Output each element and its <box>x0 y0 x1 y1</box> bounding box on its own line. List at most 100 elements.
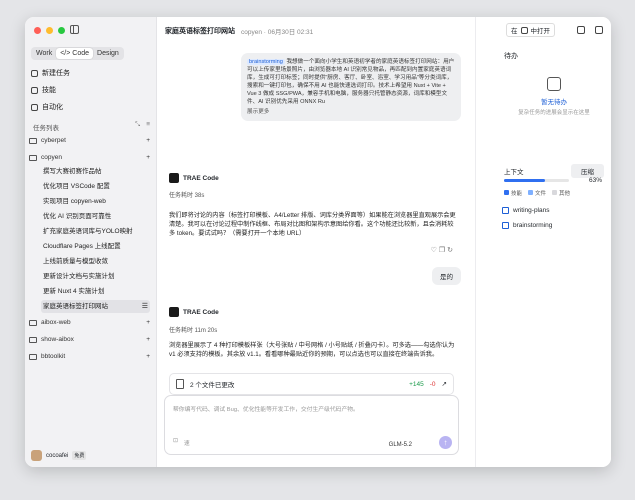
show-more-link[interactable]: 展示更多 <box>247 108 455 116</box>
open-external-icon[interactable]: ↗ <box>442 380 447 388</box>
folder-copyen[interactable]: copyen + <box>29 154 150 161</box>
user-message: 是的 <box>432 267 461 285</box>
folder-icon <box>29 137 37 144</box>
task-item[interactable]: 上线前质量与模型收敛 <box>41 255 150 268</box>
panel-icon[interactable] <box>577 26 585 34</box>
context-percent: 63% <box>588 177 602 184</box>
skill-icon <box>31 86 38 94</box>
message-composer[interactable]: 帮你编写代码、调试 Bug、优化性能等开发工作，交付生产级代码产物。 ⊡ 速 GL… <box>164 395 459 455</box>
folder-icon <box>29 319 37 326</box>
folder-icon <box>29 336 37 343</box>
mode-work[interactable]: Work <box>32 48 56 59</box>
task-item[interactable]: 优化项目 VSCode 配置 <box>41 180 150 193</box>
folder-show-aibox[interactable]: show-aibox + <box>29 336 150 343</box>
minimize-window-button[interactable] <box>46 27 53 34</box>
message-actions: ♡❐↻ <box>431 246 455 254</box>
trae-logo-icon <box>169 173 179 183</box>
fast-mode-toggle[interactable]: 速 <box>184 438 190 447</box>
user-name: cocoafei <box>46 452 69 459</box>
skill-item[interactable]: writing-plans <box>502 207 550 214</box>
folder-icon <box>29 353 37 360</box>
add-task-icon[interactable]: + <box>146 154 150 161</box>
task-item[interactable]: 更新 Nuxt 4 实施计划 <box>41 285 150 298</box>
agent-header: TRAE Code <box>169 173 219 183</box>
filter-icon[interactable]: ≡ <box>146 121 150 129</box>
composer-placeholder[interactable]: 帮你编写代码、调试 Bug、优化性能等开发工作，交付生产级代码产物。 <box>173 404 359 413</box>
sidebar: Work </> Code Design 新建任务 技能 自动化 任务列表 ⤡ ≡… <box>25 17 157 467</box>
open-app-label: 中打开 <box>530 28 551 35</box>
model-selector[interactable]: GLM-5.2 <box>389 442 412 448</box>
folder-name: bbtoolkit <box>41 353 66 360</box>
clock-icon <box>31 103 38 111</box>
folder-name: aibox-web <box>41 319 71 326</box>
nav-automation[interactable]: 自动化 <box>31 102 63 112</box>
task-item[interactable]: 撰写大赛初赛作品帖 <box>41 165 150 178</box>
add-task-icon[interactable]: + <box>146 319 150 326</box>
task-time[interactable]: 任务耗时 38s <box>169 190 204 199</box>
list-icon: ☰ <box>141 303 148 310</box>
folder-icon <box>29 154 37 161</box>
changes-label: 2 个文件已更改 <box>190 382 235 389</box>
nav-skills[interactable]: 技能 <box>31 85 56 95</box>
folder-name: show-aibox <box>41 336 74 343</box>
folder-bbtoolkit[interactable]: bbtoolkit + <box>29 353 150 360</box>
open-in-button[interactable]: 在 中打开 <box>506 23 555 37</box>
sidebar-toggle-icon[interactable] <box>70 25 79 34</box>
lines-removed: -0 <box>429 380 436 388</box>
open-in-label: 在 <box>511 28 518 35</box>
agent-reply: 浏览器里展示了 4 种打印模板样张（大号张贴 / 中号网格 / 小号贴纸 / 折… <box>169 342 455 358</box>
lines-added: +145 <box>409 380 424 388</box>
mode-design[interactable]: Design <box>93 48 123 59</box>
nav-label: 技能 <box>42 87 56 94</box>
user-profile[interactable]: cocoafei 免费 <box>31 450 87 461</box>
mode-code[interactable]: </> Code <box>56 48 94 59</box>
plus-square-icon <box>31 69 38 77</box>
send-button[interactable]: ↑ <box>439 436 452 449</box>
task-item-selected[interactable]: 家庭英语标签打印网站 ☰ <box>41 300 150 313</box>
task-list-tools: ⤡ ≡ <box>135 121 150 129</box>
add-task-icon[interactable]: + <box>146 137 150 144</box>
task-item[interactable]: 优化 AI 识别页面可靠性 <box>41 210 150 223</box>
agent-name: TRAE Code <box>183 174 219 182</box>
copy-icon[interactable]: ❐ <box>439 247 447 254</box>
close-window-button[interactable] <box>34 27 41 34</box>
task-label: 家庭英语标签打印网站 <box>43 303 108 310</box>
plan-badge: 免费 <box>72 451 87 460</box>
folder-aibox-web[interactable]: aibox-web + <box>29 319 150 326</box>
task-item[interactable]: 扩充家庭英语词库与YOLO映射 <box>41 225 150 238</box>
nav-label: 新建任务 <box>42 70 70 77</box>
right-panel: 在 中打开 待办 暂无待办 复杂任务的进展会显示在这里 上下文 压缩 63% 技能 … <box>476 17 611 467</box>
attach-icon[interactable]: ⊡ <box>173 438 178 447</box>
zoom-window-button[interactable] <box>58 27 65 34</box>
task-time[interactable]: 任务耗时 11m 20s <box>169 325 217 334</box>
avatar <box>31 450 42 461</box>
composer-tools: ⊡ 速 <box>173 438 190 447</box>
layout-icon[interactable] <box>595 26 603 34</box>
task-item[interactable]: 实现项目 copyen-web <box>41 195 150 208</box>
legend-files: 文件 <box>528 189 546 197</box>
collapse-icon[interactable]: ⤡ <box>135 121 140 129</box>
retry-icon[interactable]: ↻ <box>447 247 455 254</box>
agent-reply: 我们即将讨论的内容（标签打印模板、A4/Letter 排版、词库分类界面等）如果… <box>169 212 456 237</box>
folder-cyberpet[interactable]: cyberpet + <box>29 137 150 144</box>
skill-item[interactable]: brainstorming <box>502 222 552 229</box>
skill-chip[interactable]: brainstorming <box>247 59 285 65</box>
mode-switcher: Work </> Code Design <box>31 47 124 60</box>
task-meta: copyen · 06月30日 02:31 <box>241 28 314 36</box>
thumbs-up-icon[interactable]: ♡ <box>431 247 439 254</box>
skill-name: brainstorming <box>513 222 553 229</box>
empty-title: 暂无待办 <box>541 99 567 106</box>
nav-new-task[interactable]: 新建任务 <box>31 68 70 78</box>
folder-name: copyen <box>41 154 62 161</box>
legend-other: 其他 <box>552 189 570 197</box>
user-message: brainstorming 我想做一个面向小学生和英语初学者的家庭英语标签打印网… <box>241 53 461 121</box>
changed-files-card[interactable]: 2 个文件已更改 +145 -0 ↗ <box>169 373 454 395</box>
compress-button[interactable]: 压缩 <box>571 164 604 178</box>
add-task-icon[interactable]: + <box>146 336 150 343</box>
book-icon <box>502 222 509 229</box>
empty-description: 复杂任务的进展会显示在这里 <box>518 110 590 116</box>
task-item[interactable]: 更新设计文档与实施计划 <box>41 270 150 283</box>
task-item[interactable]: Cloudflare Pages 上线配置 <box>41 240 150 253</box>
add-task-icon[interactable]: + <box>146 353 150 360</box>
chat-header: 家庭英语标签打印网站 copyen · 06月30日 02:31 <box>157 17 475 44</box>
